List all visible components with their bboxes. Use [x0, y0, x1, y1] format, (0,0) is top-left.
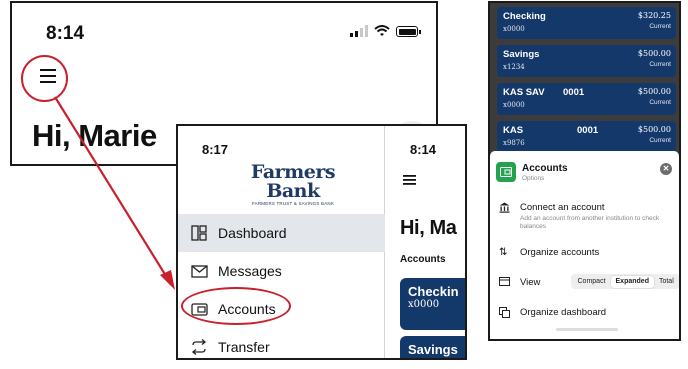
account-status: Current — [649, 23, 671, 30]
hamburger-icon — [403, 175, 416, 185]
account-name: Savings — [408, 342, 458, 357]
account-number: 0001 — [563, 87, 585, 98]
connect-account-label: Connect an account — [520, 202, 605, 213]
account-mask: x9876 — [503, 139, 525, 147]
account-card[interactable]: KAS SAV 0001 x0000 $500.00 Current — [497, 83, 676, 115]
account-card[interactable]: KAS 0001 x9876 $500.00 Current — [497, 121, 676, 153]
account-card[interactable]: Checkin x0000 — [400, 278, 465, 330]
account-balance: $500.00 — [637, 49, 671, 58]
account-name: Savings — [503, 49, 540, 60]
sort-arrows-icon: ⇅ — [499, 247, 508, 258]
accounts-options-sheet: Accounts Options ✕ Connect an account Ad… — [490, 151, 679, 339]
connect-account-option[interactable]: Connect an account Add an account from a… — [490, 202, 679, 230]
account-name: Checkin — [408, 284, 459, 299]
status-time: 8:14 — [46, 23, 85, 44]
account-balance: $500.00 — [637, 125, 671, 134]
account-card[interactable]: Savings — [400, 336, 465, 358]
accounts-heading: Accounts — [400, 254, 446, 265]
account-name: Checking — [503, 11, 546, 22]
account-name: KAS — [503, 125, 524, 136]
account-mask: x0000 — [503, 101, 525, 109]
account-mask: x0000 — [503, 25, 525, 33]
accounts-options-panel: Checking x0000 $320.25 Current Savings x… — [488, 1, 681, 341]
battery-icon — [396, 26, 421, 37]
account-card[interactable]: Savings x1234 $500.00 Current — [497, 45, 676, 77]
view-label: View — [520, 277, 541, 288]
layers-icon — [499, 307, 510, 321]
sheet-subtitle: Options — [522, 175, 545, 182]
view-option: View Compact Expanded Total — [490, 274, 679, 291]
account-name: KAS SAV — [503, 87, 545, 98]
status-icons — [350, 25, 421, 37]
account-mask: x0000 — [408, 299, 440, 310]
account-status: Current — [649, 61, 671, 68]
organize-accounts-label: Organize accounts — [520, 247, 600, 258]
organize-accounts-option[interactable]: ⇅ Organize accounts — [490, 247, 679, 261]
dashboard-icon — [190, 224, 208, 242]
side-drawer: 8:17 Farmers Bank FARMERS TRUST & SAVING… — [178, 126, 385, 358]
side-menu-panel: 8:14 Hi, Ma Accounts Checkin x0000 Savin… — [176, 124, 467, 360]
menu-button[interactable] — [403, 173, 417, 191]
account-number: 0001 — [577, 125, 599, 136]
nav-item-label: Transfer — [218, 339, 270, 355]
accounts-highlight-circle — [181, 287, 291, 325]
bank-logo: Farmers Bank FARMERS TRUST & SAVINGS BAN… — [250, 161, 336, 207]
status-time: 8:17 — [202, 142, 229, 157]
account-balance: $320.25 — [637, 11, 671, 20]
nav-item-dashboard[interactable]: Dashboard — [178, 214, 385, 252]
greeting-heading: Hi, Ma — [400, 217, 457, 239]
nav-item-messages[interactable]: Messages — [178, 252, 385, 290]
organize-dashboard-option[interactable]: Organize dashboard — [490, 307, 679, 321]
nav-item-label: Dashboard — [218, 225, 287, 241]
menu-highlight-circle — [21, 55, 68, 102]
account-balance: $500.00 — [637, 87, 671, 96]
wallet-icon — [496, 162, 516, 182]
account-status: Current — [649, 99, 671, 106]
signal-icon — [350, 25, 368, 37]
organize-dashboard-label: Organize dashboard — [520, 307, 607, 318]
view-expanded-option[interactable]: Expanded — [610, 275, 654, 288]
nav-item-label: Messages — [218, 263, 282, 279]
bank-icon — [499, 202, 510, 216]
connect-account-description: Add an account from another institution … — [520, 215, 660, 230]
dashboard-behind-menu: 8:14 Hi, Ma Accounts Checkin x0000 Savin… — [386, 126, 465, 358]
account-status: Current — [649, 137, 671, 144]
view-compact-option[interactable]: Compact — [573, 276, 611, 288]
envelope-icon — [190, 262, 208, 280]
close-icon[interactable]: ✕ — [660, 163, 672, 175]
account-mask: x1234 — [503, 63, 525, 71]
sheet-title: Accounts — [522, 163, 568, 174]
account-card[interactable]: Checking x0000 $320.25 Current — [497, 7, 676, 39]
transfer-icon — [190, 338, 208, 356]
nav-item-transfer[interactable]: Transfer — [178, 328, 385, 358]
view-icon — [499, 277, 510, 289]
sheet-grab-handle[interactable] — [556, 328, 618, 331]
greeting-heading: Hi, Marie — [32, 118, 157, 153]
status-time: 8:14 — [410, 142, 437, 157]
view-total-option[interactable]: Total — [654, 276, 679, 288]
wifi-icon — [374, 25, 390, 36]
view-segmented-control: Compact Expanded Total — [571, 274, 679, 289]
